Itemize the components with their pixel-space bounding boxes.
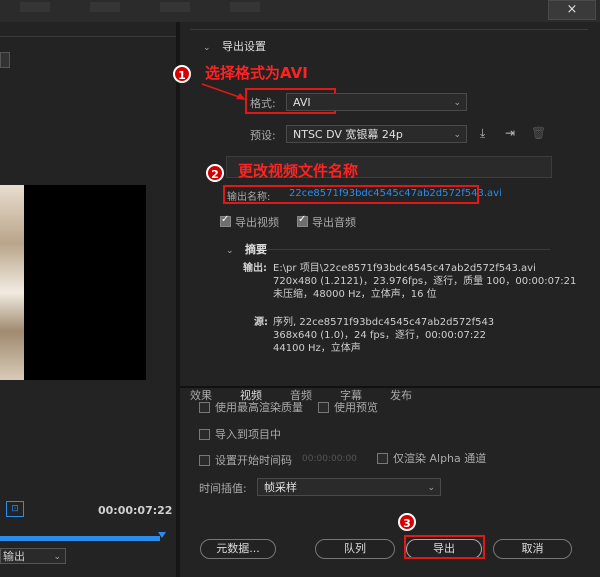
import-into-project-checkbox[interactable] [199, 429, 210, 440]
tab-publish[interactable]: 发布 [390, 387, 412, 403]
step-badge-2: 2 [206, 164, 224, 182]
tab-effects[interactable]: 效果 [190, 387, 212, 403]
source-range-dropdown[interactable]: 输出 ⌄ [0, 548, 66, 564]
chevron-down-icon: ⌄ [203, 43, 211, 53]
output-name-label: 输出名称: [227, 192, 271, 203]
set-start-timecode-checkbox[interactable] [199, 455, 210, 466]
export-highlight [404, 535, 485, 559]
export-settings-header[interactable]: ⌄ 导出设置 [203, 38, 266, 54]
time-interpolation-dropdown[interactable]: 帧采样 ⌄ [257, 478, 441, 496]
import-into-project-label: 导入到项目中 [215, 428, 281, 441]
close-button[interactable]: × [548, 0, 596, 20]
step-badge-3: 3 [398, 513, 416, 531]
queue-button[interactable]: 队列 [315, 539, 395, 559]
max-render-quality-checkbox[interactable] [199, 402, 210, 413]
chevron-down-icon: ⌄ [453, 98, 461, 108]
metadata-button[interactable]: 元数据... [200, 539, 276, 559]
summary-header[interactable]: ⌄ 摘要 [226, 241, 267, 257]
chevron-down-icon: ⌄ [53, 552, 61, 562]
render-alpha-only-checkbox[interactable] [377, 453, 388, 464]
summary-output-line: 720x480 (1.2121)，23.976fps，逐行，质量 100，00:… [273, 276, 577, 287]
title-tab [160, 2, 190, 12]
format-value: AVI [293, 96, 311, 109]
export-audio-label: 导出音频 [312, 216, 356, 229]
time-interpolation-label: 时间插值: [199, 482, 247, 495]
summary-source-head: 源: [254, 317, 268, 328]
title-tab [90, 2, 120, 12]
chevron-down-icon: ⌄ [453, 130, 461, 140]
title-tab [20, 2, 50, 12]
preset-label: 预设: [250, 129, 276, 142]
chevron-down-icon: ⌄ [226, 246, 234, 256]
delete-preset-icon[interactable]: 🗑 [531, 126, 546, 140]
divider [190, 29, 588, 30]
title-tab [230, 2, 260, 12]
divider [264, 249, 550, 250]
playhead-handle[interactable] [158, 532, 166, 538]
summary-output-head: 输出: [243, 263, 267, 274]
summary-source-line: 368x640 (1.0)，24 fps，逐行，00:00:07:22 [273, 330, 486, 341]
format-dropdown[interactable]: AVI ⌄ [286, 93, 467, 111]
export-video-label: 导出视频 [235, 216, 279, 229]
render-alpha-only-label: 仅渲染 Alpha 通道 [393, 452, 487, 465]
summary-output-line: E:\pr 项目\22ce8571f93bdc4545c47ab2d572f54… [273, 263, 536, 274]
max-render-quality-label: 使用最高渲染质量 [215, 401, 303, 414]
use-previews-label: 使用预览 [334, 401, 378, 414]
step-badge-1: 1 [173, 65, 191, 83]
use-previews-checkbox[interactable] [318, 402, 329, 413]
summary-source-line: 44100 Hz，立体声 [273, 343, 361, 354]
output-name-link[interactable]: 22ce8571f93bdc4545c47ab2d572f543.avi [289, 188, 502, 199]
preset-dropdown[interactable]: NTSC DV 宽银幕 24p ⌄ [286, 125, 467, 143]
annotation-step1: 选择格式为AVI [205, 64, 308, 82]
summary-source-line: 序列, 22ce8571f93bdc4545c47ab2d572f543 [273, 317, 495, 328]
export-audio-checkbox[interactable] [297, 214, 308, 227]
section-title: 导出设置 [222, 40, 267, 53]
source-timecode: 00:00:07:22 [98, 504, 173, 517]
close-icon: × [566, 2, 578, 17]
save-preset-icon[interactable]: ⤓ [480, 126, 485, 141]
chevron-down-icon: ⌄ [427, 483, 435, 493]
preset-value: NTSC DV 宽银幕 24p [293, 128, 403, 141]
divider [0, 36, 178, 37]
cancel-button[interactable]: 取消 [493, 539, 572, 559]
annotation-arrow [201, 83, 246, 100]
timeline-bar[interactable] [0, 536, 160, 541]
format-label: 格式: [250, 97, 276, 110]
annotation-step2: 更改视频文件名称 [238, 162, 359, 180]
fit-frame-icon[interactable]: ⊡ [6, 501, 24, 517]
source-dropdown[interactable] [0, 52, 10, 68]
time-interpolation-value: 帧采样 [264, 481, 297, 494]
summary-output-line: 未压缩，48000 Hz，立体声，16 位 [273, 289, 437, 300]
export-video-checkbox[interactable] [220, 214, 231, 227]
import-preset-icon[interactable]: ⇥ [505, 126, 515, 140]
set-start-timecode-label: 设置开始时间码 [215, 454, 292, 467]
preview-thumbnail [0, 185, 24, 380]
start-timecode-field[interactable]: 00:00:00:00 [302, 454, 357, 464]
